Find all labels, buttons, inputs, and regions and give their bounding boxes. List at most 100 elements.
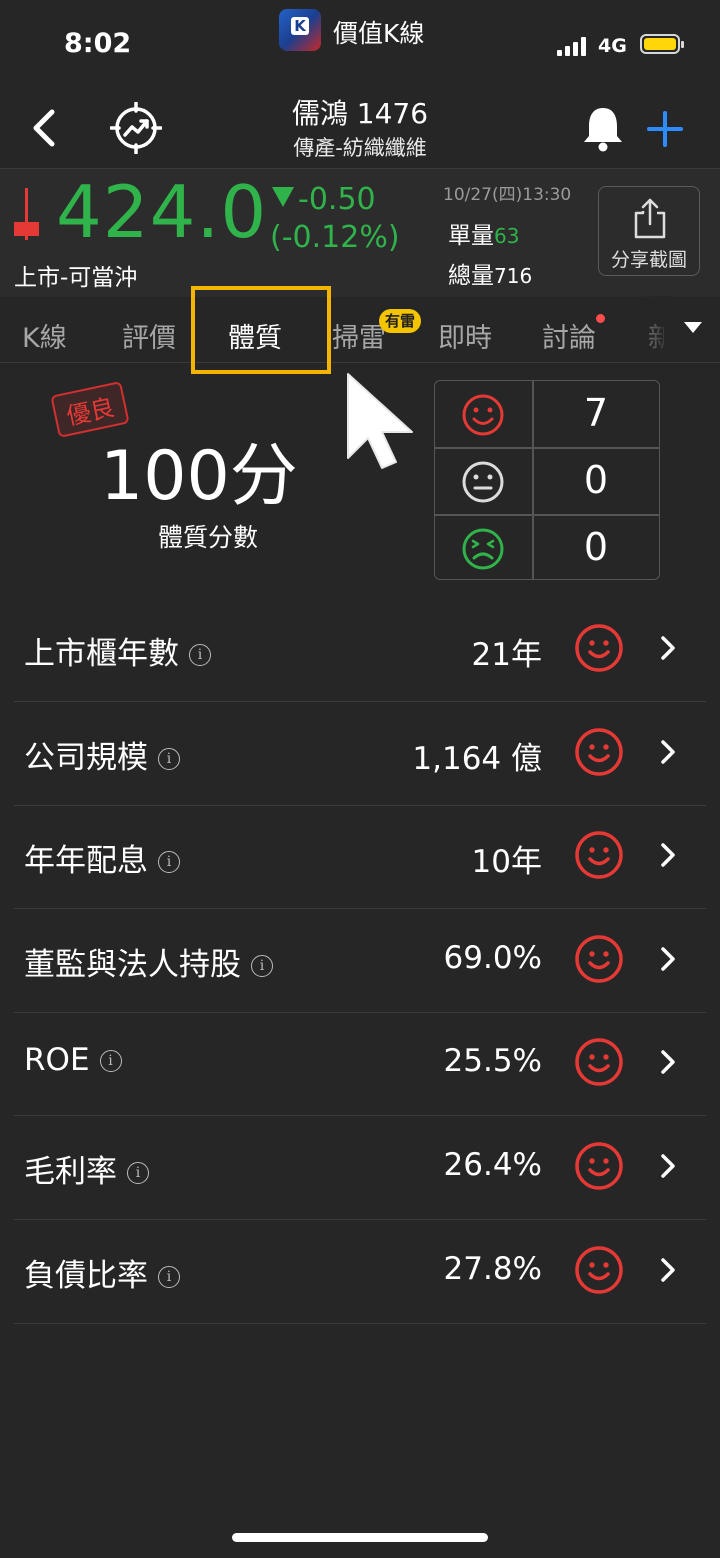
- info-icon[interactable]: i: [189, 644, 211, 666]
- chevron-right-icon[interactable]: [659, 1152, 677, 1180]
- target-trend-icon: [109, 101, 163, 155]
- metric-label: 上市櫃年數 i: [24, 628, 211, 673]
- neutral-face-icon: [462, 461, 504, 503]
- metric-label: 董監與法人持股 i: [24, 939, 273, 984]
- battery-icon: [640, 34, 684, 54]
- share-label: 分享截圖: [610, 249, 687, 271]
- metric-value: 21年: [471, 637, 542, 673]
- chevron-right-icon[interactable]: [659, 738, 677, 766]
- app-logo-letter: K: [291, 17, 309, 35]
- metric-value: 10年: [471, 844, 542, 881]
- total-volume-value: 716: [494, 264, 533, 288]
- tab-highlight-box: [191, 286, 331, 374]
- info-icon[interactable]: i: [158, 1265, 180, 1288]
- share-icon: [634, 198, 666, 239]
- metric-label-text: ROE: [24, 1042, 90, 1079]
- risk-badge: 有雷: [379, 309, 422, 333]
- chevron-right-icon[interactable]: [659, 945, 677, 973]
- market-type: 上市-可當沖: [14, 265, 138, 291]
- rating-summary-table: 7 0 0: [434, 380, 660, 580]
- chevron-right-icon[interactable]: [659, 841, 677, 869]
- price-change-percent: (-0.12%): [270, 220, 400, 255]
- single-volume-value: 63: [494, 224, 520, 248]
- metric-label-text: 負債比率: [24, 1257, 148, 1294]
- mouse-cursor-icon: [347, 373, 413, 469]
- signal-icon: [557, 36, 591, 56]
- chevron-left-icon: [33, 109, 55, 147]
- status-bar: 8:02 K 價值K線 4G: [0, 0, 720, 90]
- tab-kline[interactable]: K線: [22, 316, 67, 355]
- smile-icon: [574, 934, 624, 984]
- smile-icon: [574, 830, 624, 880]
- smile-icon: [574, 1141, 624, 1191]
- info-icon[interactable]: i: [158, 747, 180, 770]
- down-triangle-icon: [272, 187, 294, 207]
- metric-row[interactable]: ROE i 25.5%: [14, 1012, 706, 1117]
- info-icon[interactable]: i: [251, 954, 273, 977]
- total-volume: 總量716: [448, 256, 532, 290]
- metric-label-text: 公司規模: [24, 739, 148, 776]
- info-icon[interactable]: i: [99, 1050, 122, 1073]
- trend-analysis-button[interactable]: [109, 101, 163, 155]
- chevron-right-icon[interactable]: [659, 1048, 677, 1076]
- metric-label-text: 董監與法人持股: [24, 946, 241, 983]
- tab-fade: [630, 296, 670, 360]
- metric-value: 69.0%: [443, 939, 542, 976]
- add-watchlist-button[interactable]: [646, 110, 684, 148]
- metric-label: 年年配息 i: [24, 835, 180, 880]
- metric-row[interactable]: 負債比率 i 27.8%: [14, 1220, 706, 1324]
- trade-time: 10/27(四)13:30: [443, 185, 572, 205]
- metric-row[interactable]: 董監與法人持股 i 69.0%: [14, 909, 706, 1013]
- frown-icon: [462, 528, 504, 570]
- home-indicator[interactable]: [232, 1533, 488, 1542]
- smile-icon: [462, 394, 504, 436]
- share-screenshot-button[interactable]: 分享截圖: [598, 186, 700, 276]
- alert-button[interactable]: [580, 104, 626, 152]
- single-volume-label: 單量: [448, 223, 494, 249]
- metric-value: 27.8%: [443, 1250, 542, 1287]
- tab-risk-scan[interactable]: 掃雷: [332, 316, 386, 355]
- bell-icon: [584, 108, 622, 152]
- score-value: 100分: [100, 437, 298, 516]
- metric-row[interactable]: 公司規模 i 1,164 億: [14, 702, 706, 806]
- info-icon[interactable]: i: [158, 851, 180, 874]
- tab-more-icon[interactable]: [684, 322, 702, 333]
- tab-discussion[interactable]: 討論: [542, 316, 596, 355]
- plus-icon: [647, 111, 683, 147]
- metric-label-text: 毛利率: [24, 1154, 117, 1190]
- last-price: 424.0: [56, 170, 268, 254]
- tab-valuation[interactable]: 評價: [122, 316, 176, 355]
- metric-label: 負債比率 i: [24, 1250, 180, 1295]
- smile-icon: [574, 623, 624, 673]
- neutral-count: 0: [583, 458, 609, 502]
- metric-label: 毛利率 i: [24, 1146, 149, 1191]
- metric-value: 25.5%: [443, 1043, 542, 1080]
- smile-icon: [574, 1245, 624, 1295]
- chevron-right-icon[interactable]: [659, 1256, 677, 1284]
- metric-label-text: 年年配息: [24, 843, 148, 880]
- metric-value: 26.4%: [443, 1147, 542, 1183]
- stock-sector: 傳產-紡織纖維: [293, 136, 427, 160]
- info-icon[interactable]: i: [127, 1162, 149, 1184]
- metric-label: 公司規模 i: [24, 732, 180, 777]
- price-change-value: -0.50: [298, 182, 376, 217]
- tab-realtime[interactable]: 即時: [438, 316, 492, 355]
- back-button[interactable]: [26, 106, 66, 150]
- smile-icon: [574, 727, 624, 777]
- metric-row[interactable]: 毛利率 i 26.4%: [14, 1116, 706, 1220]
- app-logo: K: [279, 9, 321, 51]
- single-volume: 單量63: [448, 216, 519, 250]
- chevron-right-icon[interactable]: [659, 634, 677, 662]
- bad-count: 0: [583, 525, 609, 569]
- smile-icon: [574, 1037, 624, 1087]
- total-volume-label: 總量: [448, 263, 494, 289]
- status-time: 8:02: [64, 28, 132, 59]
- price-change: -0.50: [272, 182, 376, 217]
- stock-name: 儒鴻 1476: [291, 97, 429, 130]
- app-name: 價值K線: [333, 19, 425, 48]
- metric-label-text: 上市櫃年數: [24, 636, 179, 672]
- metric-row[interactable]: 上市櫃年數 i 21年: [14, 598, 706, 702]
- metric-row[interactable]: 年年配息 i 10年: [14, 805, 706, 910]
- notification-dot: [596, 314, 605, 323]
- metric-label: ROE i: [24, 1042, 122, 1078]
